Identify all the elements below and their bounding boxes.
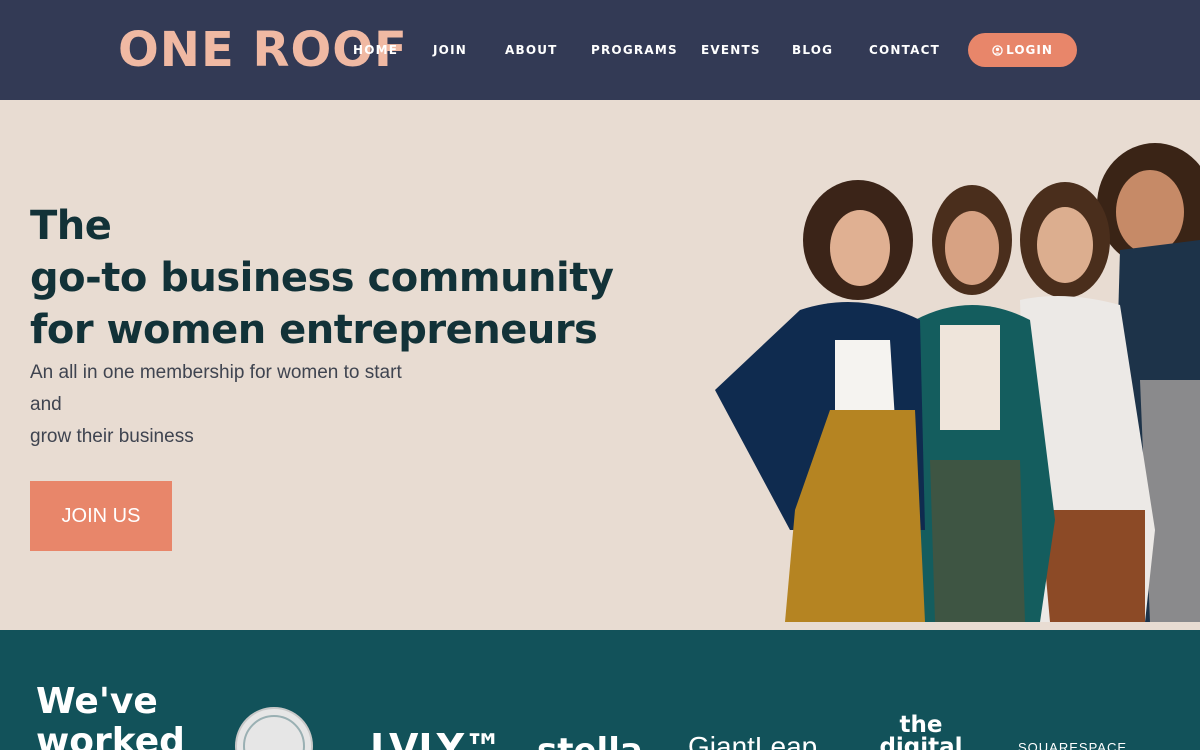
- partners-section: We've worked LVLY™ stella GiantLeap the …: [0, 630, 1200, 750]
- partners-heading: We've worked: [36, 682, 185, 750]
- woman-1-figure: [715, 180, 925, 622]
- partner-logo-stella: stella: [537, 731, 643, 750]
- user-icon: [992, 44, 1003, 56]
- login-label: LOGIN: [1006, 43, 1053, 57]
- partner-logo-lvly: LVLY™: [370, 726, 503, 750]
- partners-heading-line-2: worked: [36, 721, 185, 750]
- partner-logo-giantleap: GiantLeap: [688, 731, 818, 750]
- nav-programs[interactable]: PROGRAMS: [591, 42, 678, 58]
- nav-home[interactable]: HOME: [353, 42, 398, 58]
- nav-about[interactable]: ABOUT: [505, 42, 558, 58]
- badge-logo: [235, 707, 313, 750]
- login-button[interactable]: LOGIN: [968, 33, 1077, 67]
- nav-join[interactable]: JOIN: [433, 42, 467, 58]
- partner-logo-the-digital: the digital: [879, 712, 963, 750]
- hero-subtitle-line-1: An all in one membership for women to st…: [30, 362, 402, 383]
- hero-headline-line-2: go-to business community: [30, 255, 614, 301]
- nav-blog[interactable]: BLOG: [792, 42, 833, 58]
- partner-logo-squarespace: SQUARESPACE: [1018, 740, 1128, 750]
- hero-headline-line-3: for women entrepreneurs: [30, 307, 598, 353]
- nav-events[interactable]: EVENTS: [701, 42, 761, 58]
- hero-headline-line-1: The: [30, 203, 112, 249]
- hero-section: The go-to business community for women e…: [0, 100, 1200, 630]
- site-header: ONE ROOF HOME JOIN ABOUT PROGRAMS EVENTS…: [0, 0, 1200, 100]
- partners-heading-line-1: We've: [36, 681, 158, 722]
- join-us-button[interactable]: JOIN US: [30, 481, 172, 551]
- hero-group-photo: [715, 143, 1200, 622]
- hero-subtitle-line-3: grow their business: [30, 426, 194, 447]
- nav-contact[interactable]: CONTACT: [869, 42, 940, 58]
- hero-subtitle-line-2: and: [30, 394, 62, 415]
